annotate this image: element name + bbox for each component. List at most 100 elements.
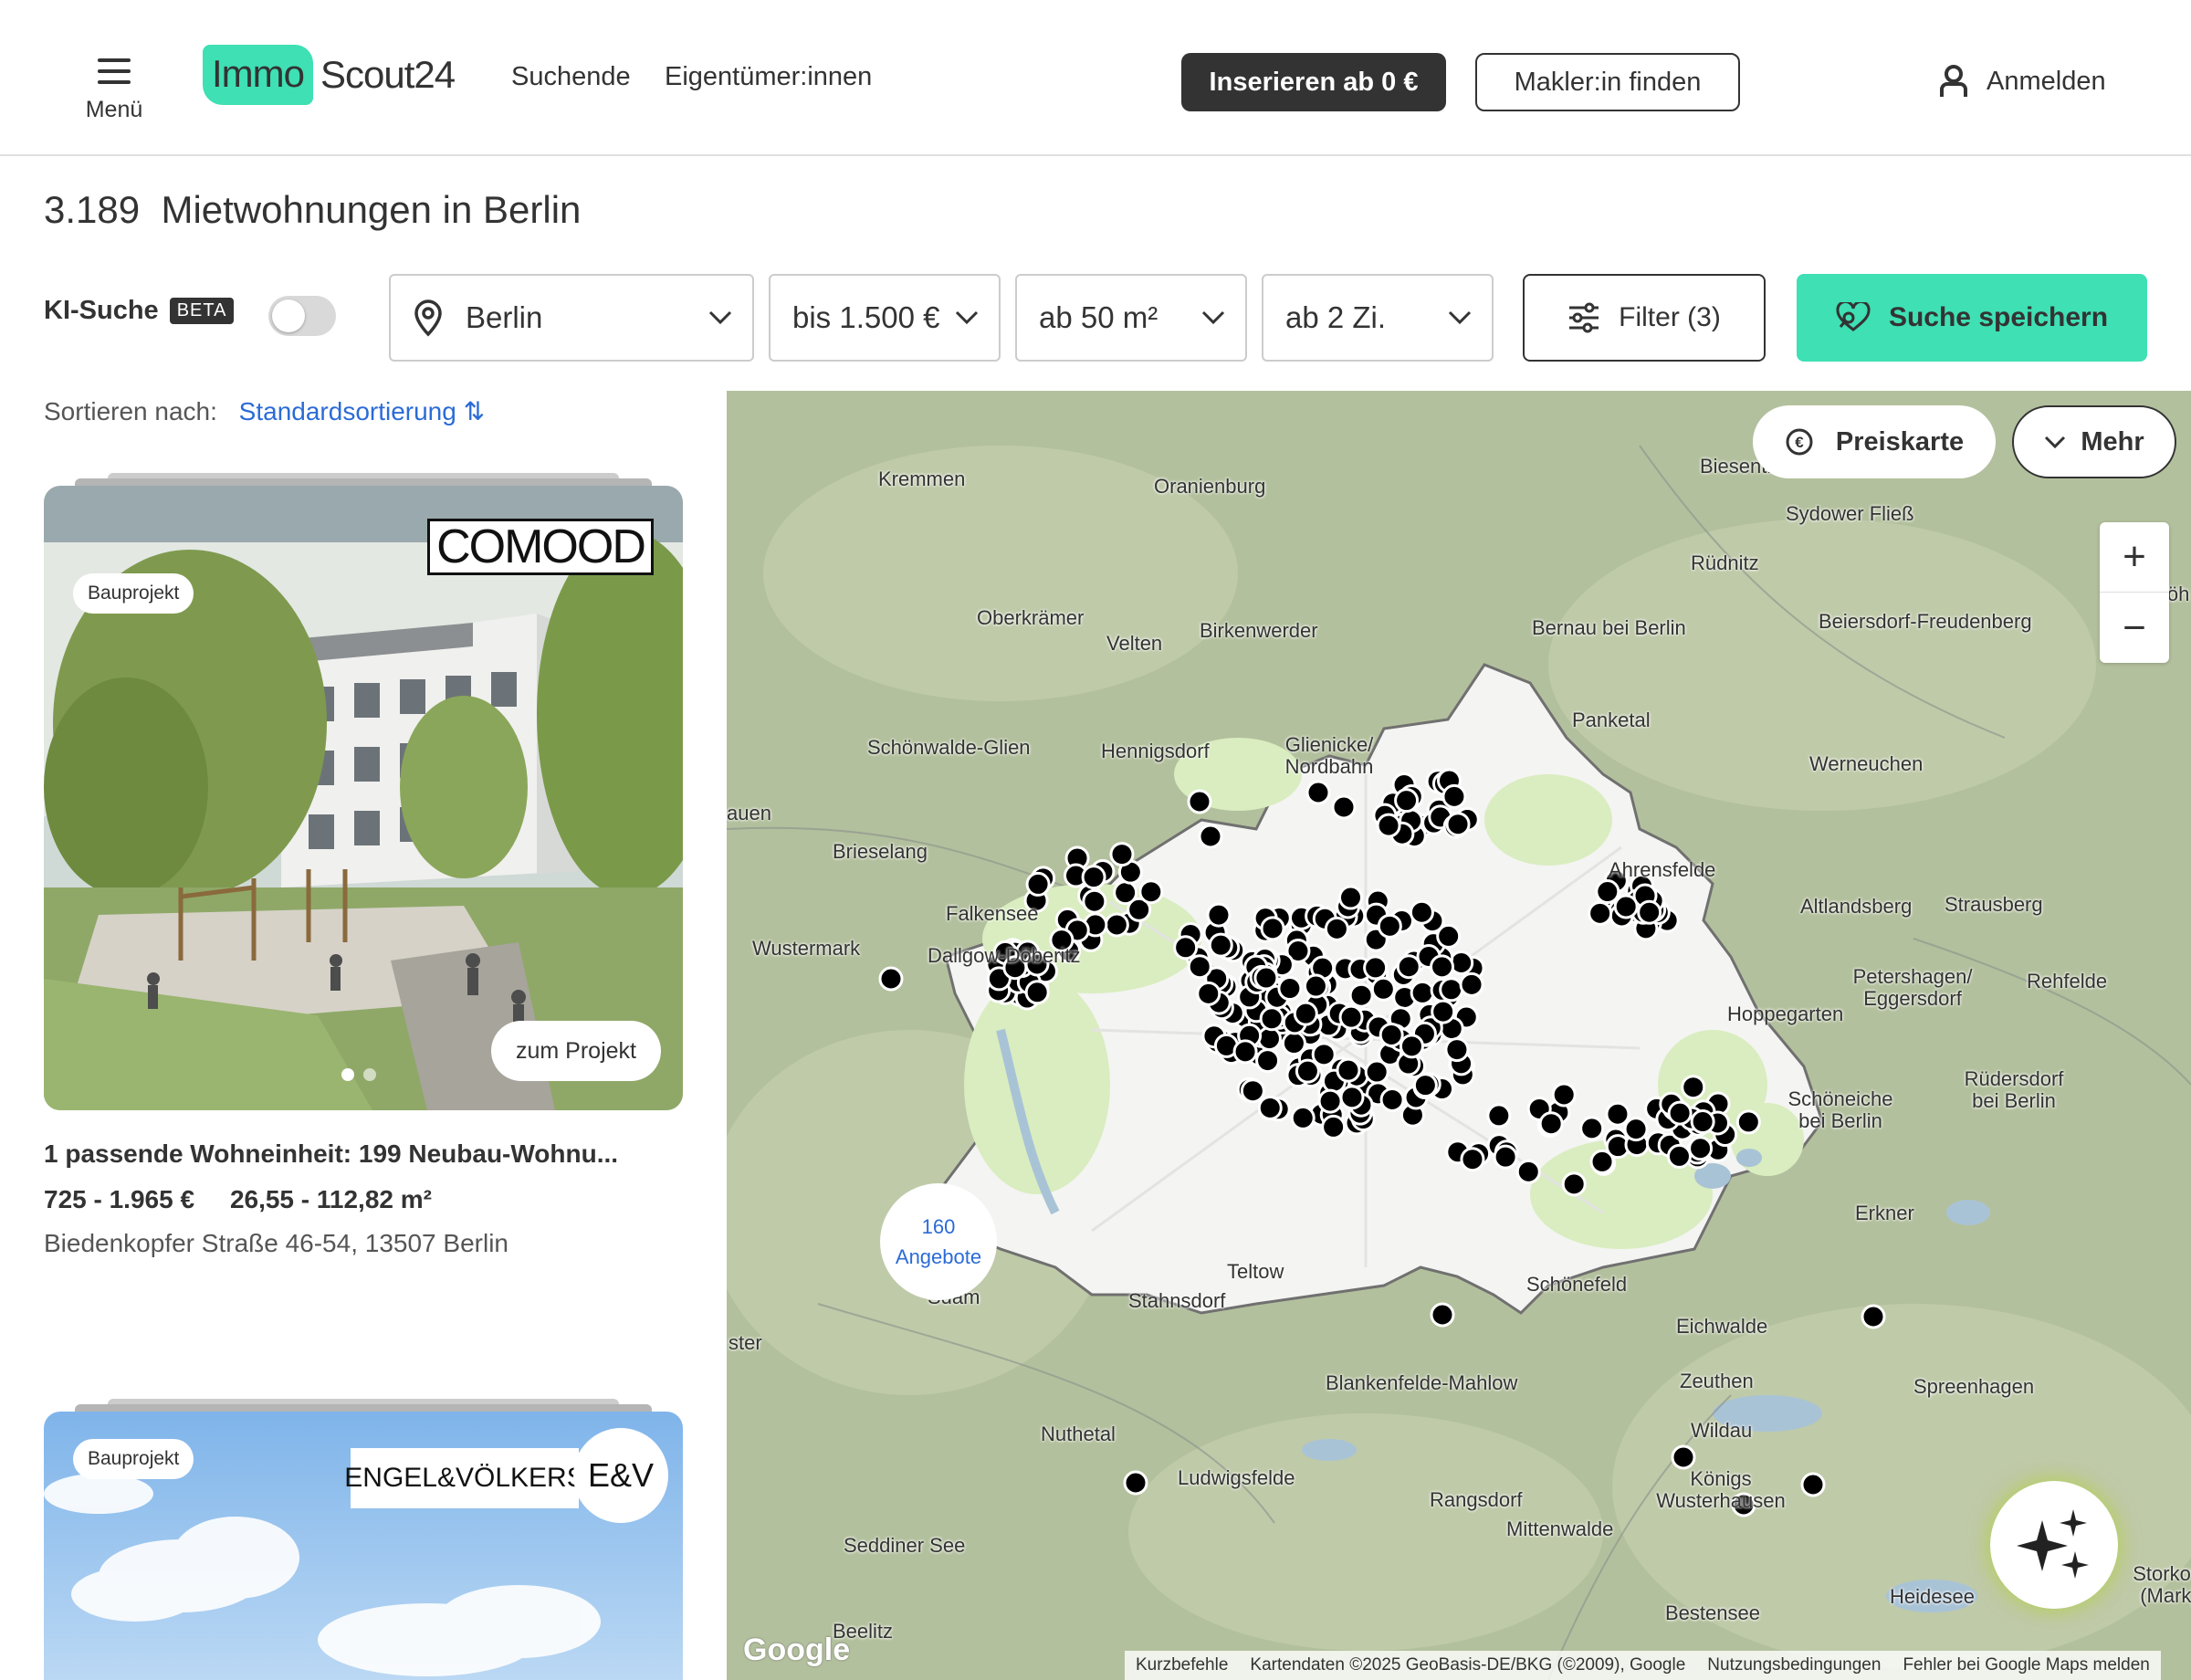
listing-marker[interactable] — [1861, 1304, 1886, 1329]
listing-marker[interactable] — [1493, 1144, 1518, 1170]
listing-marker[interactable] — [1613, 894, 1639, 919]
listing-marker[interactable] — [1257, 1095, 1283, 1120]
listing-marker[interactable] — [1198, 824, 1223, 849]
rooms-select[interactable]: ab 2 Zi. — [1262, 274, 1494, 362]
ai-search-toggle[interactable] — [268, 296, 336, 336]
listing-marker[interactable] — [1260, 916, 1285, 941]
listing-image[interactable]: Bauprojekt — [44, 486, 683, 1110]
listing-marker[interactable] — [1311, 1042, 1337, 1067]
listing-marker[interactable] — [1255, 1048, 1281, 1074]
listing-marker[interactable] — [1293, 1001, 1318, 1026]
listing-marker[interactable] — [1396, 954, 1421, 980]
price-select[interactable]: bis 1.500 € — [769, 274, 1001, 362]
menu-button[interactable]: Menü — [82, 51, 146, 123]
listing-marker[interactable] — [1441, 783, 1467, 809]
listing-marker[interactable] — [1338, 1004, 1364, 1030]
listing-marker[interactable] — [1409, 899, 1434, 925]
listing-marker[interactable] — [1430, 954, 1455, 980]
listing-marker[interactable] — [1551, 1082, 1577, 1108]
listing-marker[interactable] — [1336, 1057, 1361, 1083]
listing-marker[interactable] — [1666, 1143, 1692, 1169]
listing-marker[interactable] — [1173, 935, 1199, 961]
listing-marker[interactable] — [1688, 1136, 1714, 1161]
listing-marker[interactable] — [1561, 1171, 1587, 1197]
listing-marker[interactable] — [1410, 980, 1435, 1005]
listing-marker[interactable] — [1399, 1034, 1424, 1059]
listing-marker[interactable] — [1321, 1114, 1347, 1139]
listing-marker[interactable] — [1800, 1472, 1826, 1497]
listing-marker[interactable] — [1363, 955, 1389, 981]
listing-marker[interactable] — [1348, 982, 1374, 1008]
listing-marker[interactable] — [1277, 976, 1303, 1002]
filter-button[interactable]: Filter (3) — [1523, 274, 1766, 362]
zoom-out-button[interactable]: − — [2100, 593, 2169, 663]
listing-marker[interactable] — [1436, 923, 1462, 949]
listing-marker[interactable] — [1444, 1037, 1470, 1063]
listing-marker[interactable] — [1196, 981, 1221, 1006]
listing-marker[interactable] — [1439, 977, 1464, 1003]
listing-marker[interactable] — [1338, 885, 1364, 910]
listing-marker[interactable] — [1364, 1059, 1389, 1085]
listing-marker[interactable] — [1113, 880, 1138, 906]
listing-marker[interactable] — [1317, 1088, 1343, 1114]
listing-marker[interactable] — [1394, 788, 1420, 814]
save-search-button[interactable]: Suche speichern — [1797, 274, 2147, 362]
to-project-button[interactable]: zum Projekt — [491, 1021, 661, 1081]
nav-suchende[interactable]: Suchende — [511, 62, 631, 92]
price-map-button[interactable]: € Preiskarte — [1753, 405, 1996, 478]
listing-marker[interactable] — [1123, 1470, 1148, 1496]
listing-marker[interactable] — [1240, 1078, 1265, 1104]
listing-marker[interactable] — [1138, 879, 1164, 905]
listing-marker[interactable] — [1460, 1147, 1485, 1172]
listing-marker[interactable] — [1459, 971, 1484, 997]
listing-marker[interactable] — [1024, 980, 1050, 1005]
login-button[interactable]: Anmelden — [1939, 58, 2106, 104]
listing-marker[interactable] — [1305, 780, 1331, 805]
map-cluster[interactable]: 160 Angebote — [880, 1183, 997, 1300]
area-select[interactable]: ab 50 m² — [1015, 274, 1247, 362]
listing-marker[interactable] — [1623, 1117, 1649, 1142]
results-map[interactable]: Kremmen Oranienburg Biesenthal Sydower F… — [727, 391, 2191, 1680]
listing-marker[interactable] — [1339, 1085, 1365, 1110]
listing-marker[interactable] — [1445, 812, 1471, 837]
find-agent-button[interactable]: Makler:in finden — [1475, 53, 1740, 111]
listing-title[interactable]: 1 passende Wohneinheit: 199 Neubau-Wohnu… — [44, 1139, 618, 1169]
listing-marker[interactable] — [1377, 913, 1402, 939]
ai-assistant-button[interactable] — [1990, 1481, 2118, 1609]
pagination-dot[interactable] — [363, 1068, 376, 1081]
nav-eigentuemer[interactable]: Eigentümer:innen — [665, 62, 872, 92]
listing-marker[interactable] — [1538, 1111, 1564, 1137]
listing-marker[interactable] — [1379, 1022, 1404, 1047]
listing-marker[interactable] — [1370, 976, 1396, 1002]
attribution-terms[interactable]: Nutzungsbedingungen — [1696, 1655, 1892, 1675]
listing-marker[interactable] — [1187, 789, 1212, 814]
listing-marker[interactable] — [1579, 1116, 1605, 1141]
listing-marker[interactable] — [1515, 1159, 1541, 1184]
listing-marker[interactable] — [1588, 900, 1613, 926]
attribution-report[interactable]: Fehler bei Google Maps melden — [1892, 1655, 2160, 1675]
listing-marker[interactable] — [1208, 932, 1233, 958]
listing-marker[interactable] — [1376, 813, 1401, 838]
listing-marker[interactable] — [1187, 954, 1212, 980]
zoom-in-button[interactable]: + — [2100, 522, 2169, 593]
listing-marker[interactable] — [1025, 871, 1051, 897]
listing-marker[interactable] — [878, 966, 904, 992]
listing-marker[interactable] — [1232, 1039, 1258, 1065]
sort-value[interactable]: Standardsortierung ⇅ — [239, 397, 485, 425]
listing-marker[interactable] — [1595, 879, 1620, 905]
listing-marker[interactable] — [1637, 899, 1662, 925]
listing-marker[interactable] — [1671, 1444, 1696, 1470]
listing-marker[interactable] — [1430, 1302, 1455, 1328]
listing-marker[interactable] — [1379, 1087, 1405, 1112]
listing-marker[interactable] — [1253, 965, 1279, 991]
pagination-dot[interactable] — [341, 1068, 354, 1081]
listing-marker[interactable] — [1431, 999, 1456, 1024]
listing-marker[interactable] — [1081, 865, 1106, 890]
listing-marker[interactable] — [1667, 1100, 1693, 1126]
listing-marker[interactable] — [1324, 916, 1349, 941]
listing-marker[interactable] — [1295, 1058, 1320, 1084]
listing-markers[interactable] — [727, 391, 2191, 1680]
listing-marker[interactable] — [1206, 902, 1232, 928]
listing-marker[interactable] — [1331, 794, 1357, 820]
listing-marker[interactable] — [1486, 1103, 1512, 1129]
